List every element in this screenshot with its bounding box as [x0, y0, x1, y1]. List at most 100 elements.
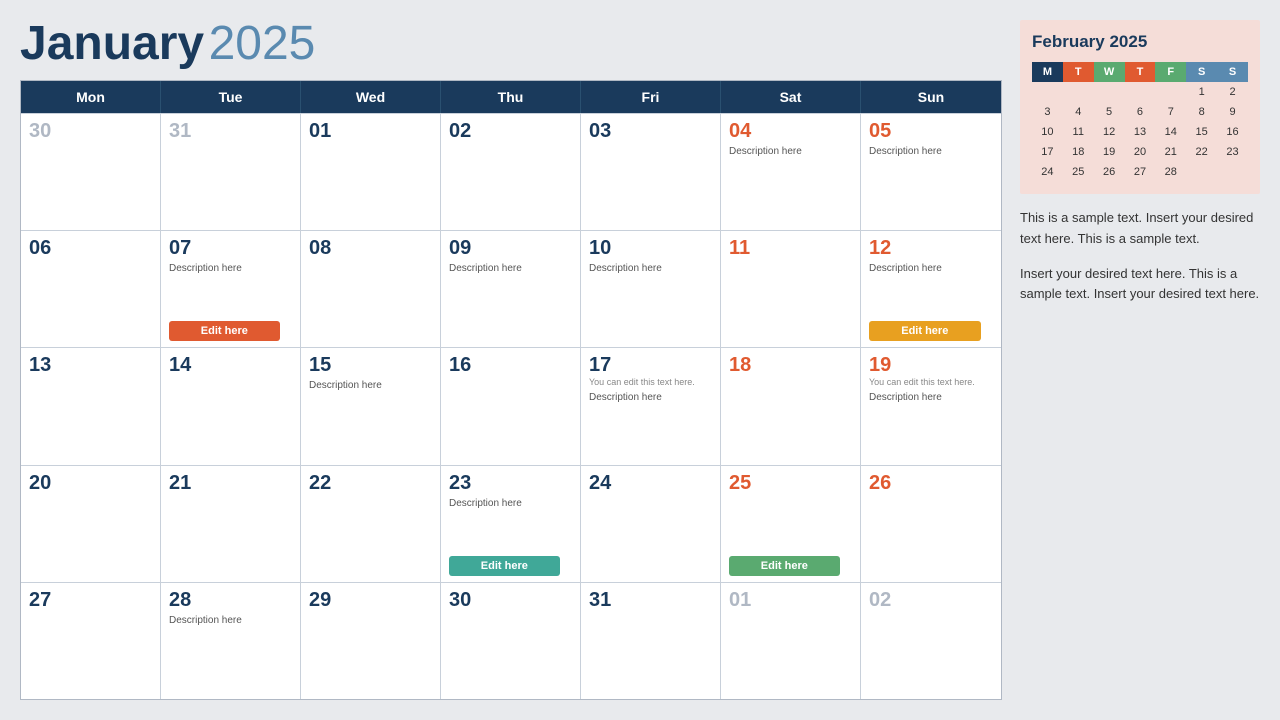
mini-cal-day: 28: [1155, 162, 1186, 182]
edit-button[interactable]: Edit here: [729, 556, 840, 576]
mini-cal-day: 26: [1094, 162, 1125, 182]
day-number: 10: [589, 237, 712, 259]
mini-cal-day: 14: [1155, 122, 1186, 142]
mini-cal-day: [1186, 162, 1217, 182]
calendar-row: 0607Description hereEdit here0809Descrip…: [21, 230, 1001, 347]
mini-cal-header: S: [1217, 62, 1248, 82]
description-text: Description here: [169, 262, 292, 275]
day-number: 03: [589, 120, 712, 142]
day-number: 07: [169, 237, 292, 259]
calendar-cell: 31: [161, 114, 301, 230]
calendar-cell: 09Description here: [441, 231, 581, 347]
day-number: 20: [29, 472, 152, 494]
weekday-header: Sun: [861, 81, 1001, 113]
day-number: 02: [869, 589, 993, 611]
day-number: 26: [869, 472, 993, 494]
sidebar-text: This is a sample text. Insert your desir…: [1020, 208, 1260, 305]
calendar-cell: 25 Edit here: [721, 466, 861, 582]
main-calendar: January 2025 MonTueWedThuFriSatSun 30310…: [20, 20, 1002, 700]
calendar-cell: 30: [21, 114, 161, 230]
mini-cal-day: 17: [1032, 142, 1063, 162]
day-number: 30: [29, 120, 152, 142]
calendar-cell: 15 Description here: [301, 348, 441, 464]
day-number: 25: [729, 472, 852, 494]
calendar-cell: 05Description here: [861, 114, 1001, 230]
mini-cal-day: [1094, 82, 1125, 102]
calendar-cell: 17You can edit this text here. Descriptio…: [581, 348, 721, 464]
mini-cal-day: 3: [1032, 102, 1063, 122]
mini-cal-day: 11: [1063, 122, 1094, 142]
calendar-cell: 02: [441, 114, 581, 230]
weekday-header: Mon: [21, 81, 161, 113]
calendar-row: 2728Description here2930310102: [21, 582, 1001, 699]
description-text: Description here: [309, 379, 432, 392]
day-number: 08: [309, 237, 432, 259]
calendar-cell: 23Description hereEdit here: [441, 466, 581, 582]
day-number: 13: [29, 354, 152, 376]
day-number: 11: [729, 237, 852, 259]
mini-cal-day: [1125, 82, 1156, 102]
calendar-cell: 02: [861, 583, 1001, 699]
mini-cal-day: [1032, 82, 1063, 102]
day-number: 17: [589, 354, 712, 376]
calendar-cell: 07 Description here Edit here: [161, 231, 301, 347]
day-number: 31: [169, 120, 292, 142]
mini-cal-day: 22: [1186, 142, 1217, 162]
day-number: 19: [869, 354, 993, 376]
calendar-cell: 28Description here: [161, 583, 301, 699]
calendar-body: 303101020304Description here05Descriptio…: [21, 113, 1001, 699]
edit-button[interactable]: Edit here: [449, 556, 560, 576]
day-number: 12: [869, 237, 993, 259]
calendar-header: MonTueWedThuFriSatSun: [21, 81, 1001, 113]
weekday-header: Thu: [441, 81, 581, 113]
mini-cal-title: February 2025: [1032, 32, 1248, 52]
calendar-cell: 19You can edit this text here. Descriptio…: [861, 348, 1001, 464]
calendar-cell: 06: [21, 231, 161, 347]
mini-cal-day: 20: [1125, 142, 1156, 162]
calendar-cell: 31: [581, 583, 721, 699]
calendar-cell: 20: [21, 466, 161, 582]
day-number: 16: [449, 354, 572, 376]
mini-cal-day: 8: [1186, 102, 1217, 122]
mini-cal-day: 25: [1063, 162, 1094, 182]
mini-cal-day: [1217, 162, 1248, 182]
day-number: 09: [449, 237, 572, 259]
weekday-header: Tue: [161, 81, 301, 113]
edit-button[interactable]: Edit here: [169, 321, 280, 341]
calendar-cell: 11: [721, 231, 861, 347]
day-number: 14: [169, 354, 292, 376]
calendar-cell: 24: [581, 466, 721, 582]
mini-cal-header: F: [1155, 62, 1186, 82]
mini-calendar-container: February 2025 MTWTFSS1234567891011121314…: [1020, 20, 1260, 194]
mini-cal-day: 21: [1155, 142, 1186, 162]
sidebar: February 2025 MTWTFSS1234567891011121314…: [1020, 20, 1260, 700]
day-number: 30: [449, 589, 572, 611]
edit-button[interactable]: Edit here: [869, 321, 981, 341]
mini-cal-day: 10: [1032, 122, 1063, 142]
calendar-cell: 29: [301, 583, 441, 699]
day-number: 29: [309, 589, 432, 611]
description-small: You can edit this text here.: [869, 377, 993, 388]
month-label: January: [20, 17, 204, 70]
calendar-cell: 12 Description here Edit here: [861, 231, 1001, 347]
main-title: January 2025: [20, 20, 1002, 68]
day-number: 15: [309, 354, 432, 376]
description-text: Description here: [869, 262, 993, 275]
description-text: Description here: [729, 145, 852, 158]
day-number: 28: [169, 589, 292, 611]
mini-cal-day: 5: [1094, 102, 1125, 122]
day-number: 18: [729, 354, 852, 376]
calendar-cell: 01: [721, 583, 861, 699]
mini-cal-header: S: [1186, 62, 1217, 82]
mini-cal-grid: MTWTFSS123456789101112131415161718192021…: [1032, 62, 1248, 182]
mini-cal-header: M: [1032, 62, 1063, 82]
mini-cal-header: W: [1094, 62, 1125, 82]
calendar-cell: 01: [301, 114, 441, 230]
description-small: You can edit this text here.: [589, 377, 712, 388]
mini-cal-day: 24: [1032, 162, 1063, 182]
description-text: Description here: [869, 391, 993, 404]
mini-cal-day: 18: [1063, 142, 1094, 162]
description-text: Description here: [589, 391, 712, 404]
mini-cal-day: 6: [1125, 102, 1156, 122]
calendar-cell: 04Description here: [721, 114, 861, 230]
